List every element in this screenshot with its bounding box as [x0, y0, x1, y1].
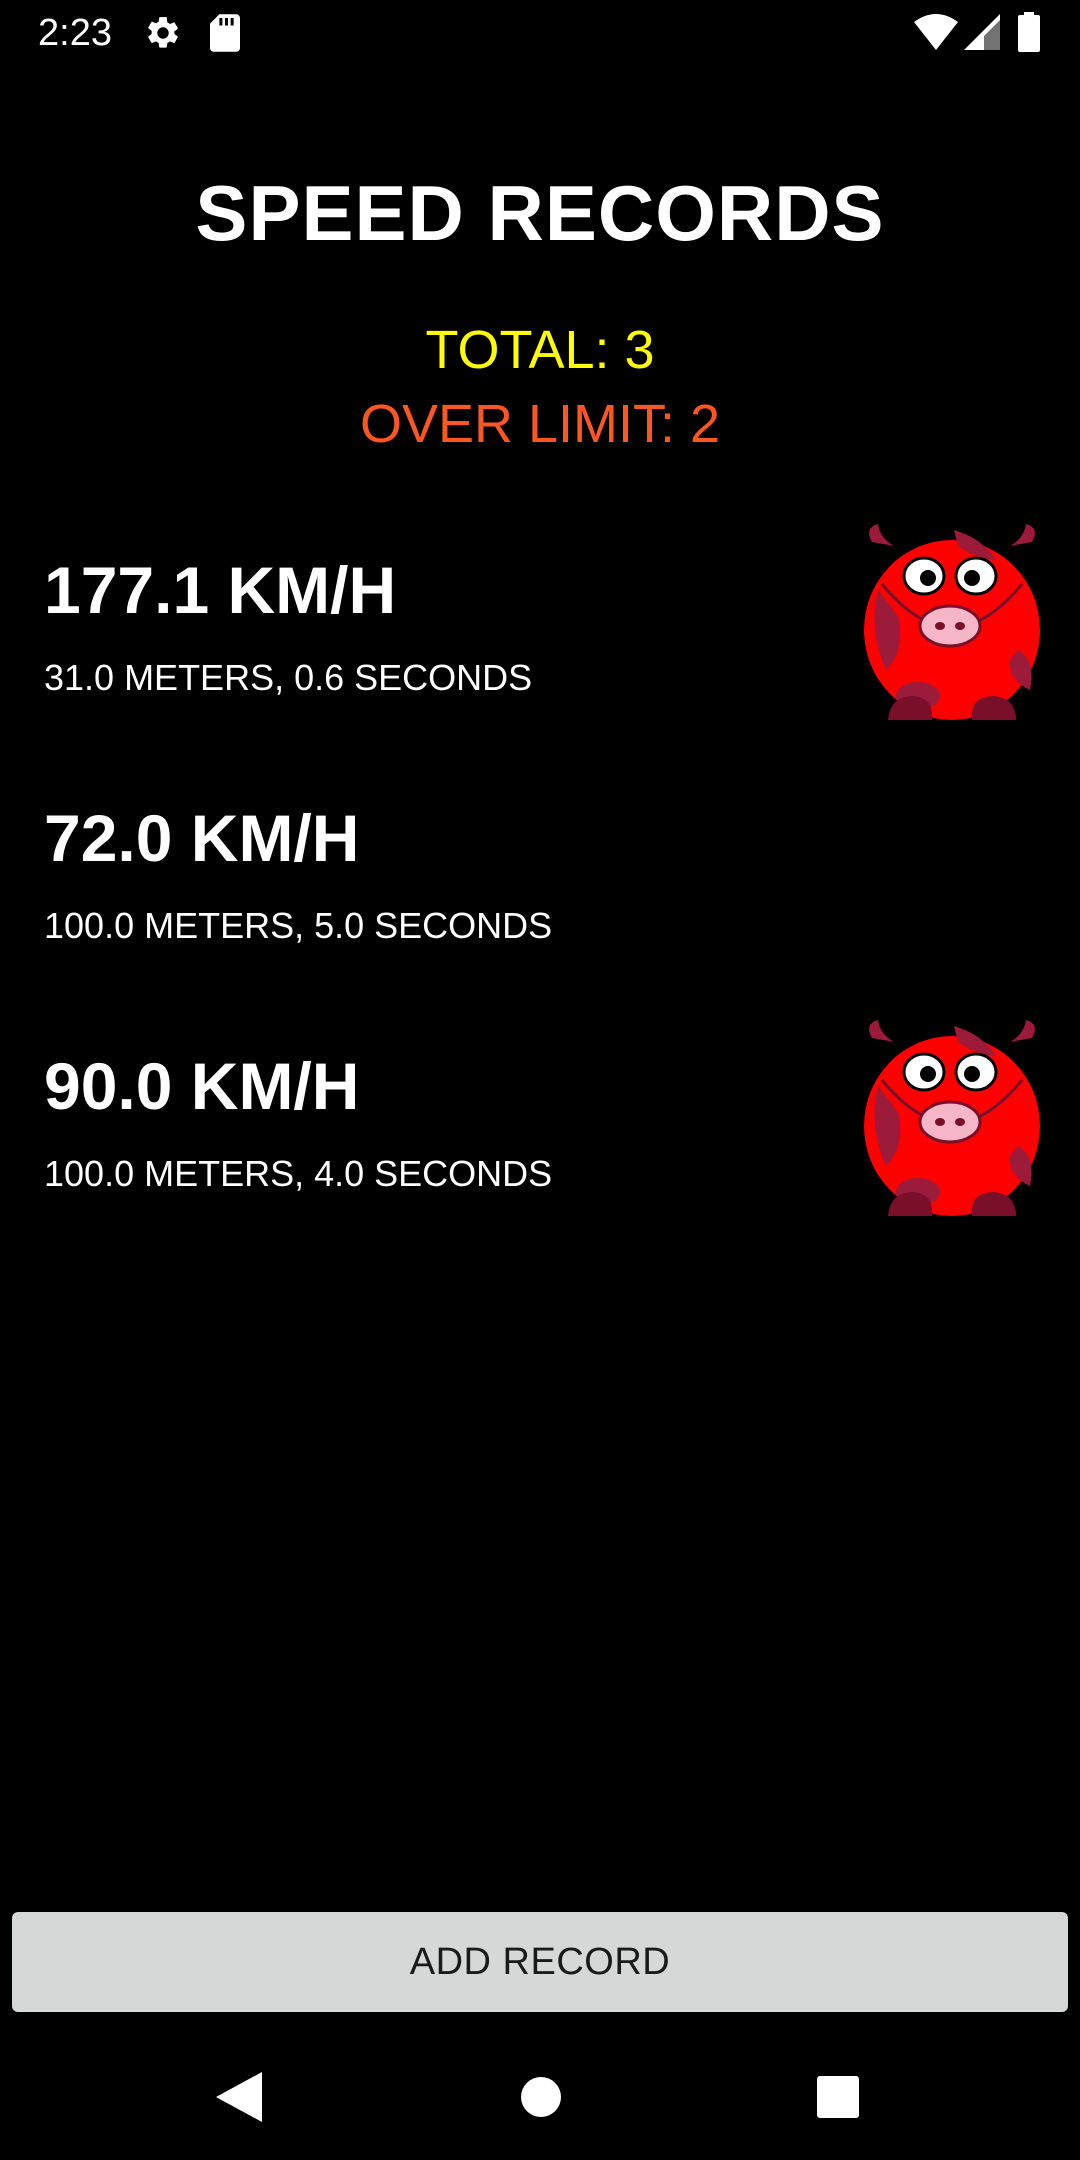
cow-icon [864, 524, 1040, 720]
record-list: 177.1 KM/H 31.0 METERS, 0.6 SECONDS 72.0… [0, 500, 1080, 1244]
record-speed: 72.0 KM/H [44, 801, 360, 875]
over-limit-count: OVER LIMIT: 2 [359, 394, 721, 454]
record-speed: 177.1 KM/H [44, 553, 397, 627]
battery-icon [1018, 12, 1040, 52]
add-record-button[interactable]: ADD RECORD [12, 1912, 1068, 2012]
wifi-icon [914, 14, 958, 50]
back-icon[interactable] [216, 2072, 262, 2122]
record-detail: 100.0 METERS, 5.0 SECONDS [44, 905, 553, 946]
cow-icon [864, 1020, 1040, 1216]
record-detail: 31.0 METERS, 0.6 SECONDS [44, 657, 533, 698]
home-icon[interactable] [520, 2076, 562, 2118]
total-count: TOTAL: 3 [425, 320, 655, 380]
recents-icon[interactable] [817, 2076, 859, 2118]
record-row[interactable]: 72.0 KM/H 100.0 METERS, 5.0 SECONDS [0, 748, 1080, 996]
status-time: 2:23 [38, 12, 112, 54]
gear-icon [148, 17, 178, 48]
record-speed: 90.0 KM/H [44, 1049, 360, 1123]
record-detail: 100.0 METERS, 4.0 SECONDS [44, 1153, 553, 1194]
signal-icon [964, 14, 1000, 50]
record-row[interactable]: 177.1 KM/H 31.0 METERS, 0.6 SECONDS [0, 500, 1080, 748]
status-bar: 2:23 [0, 0, 1080, 66]
page-title: SPEED RECORDS [195, 169, 885, 257]
sd-card-icon [210, 14, 240, 52]
record-row[interactable]: 90.0 KM/H 100.0 METERS, 4.0 SECONDS [0, 996, 1080, 1244]
navigation-bar [0, 2030, 1080, 2160]
